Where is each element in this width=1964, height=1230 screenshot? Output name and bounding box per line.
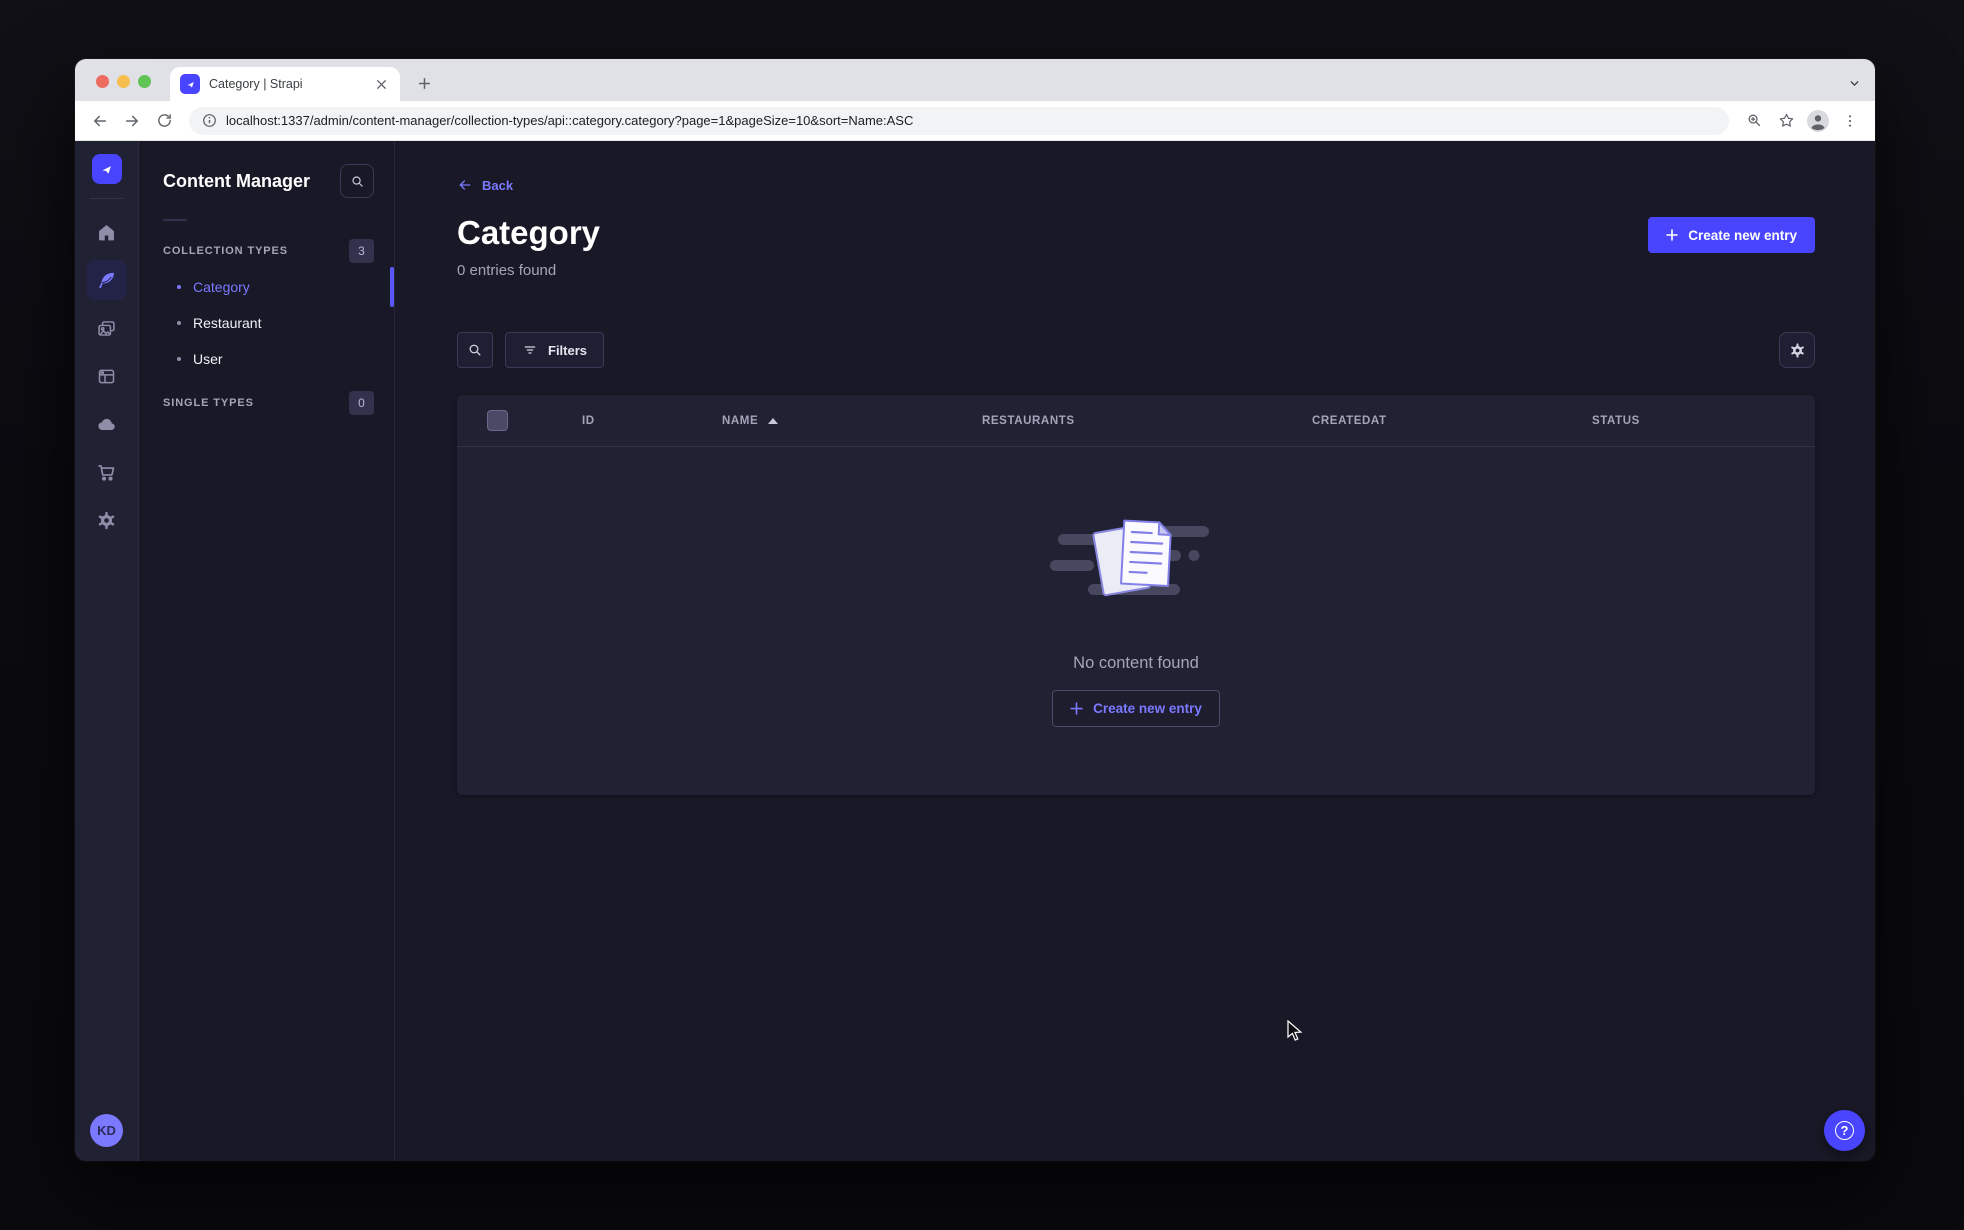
gear-icon — [1790, 342, 1804, 358]
forward-nav-icon[interactable] — [117, 106, 147, 136]
user-avatar[interactable]: KD — [90, 1114, 123, 1147]
collection-types-label: COLLECTION TYPES — [163, 245, 289, 257]
nav-deploy-cloud-icon[interactable] — [87, 404, 127, 444]
window-controls — [96, 75, 151, 88]
nav-home-icon[interactable] — [87, 212, 127, 252]
tab-search-chevron-icon[interactable] — [1843, 72, 1865, 94]
sidebar-item-category[interactable]: Category — [139, 267, 394, 307]
list-action-bar: Filters — [457, 332, 1815, 368]
strapi-admin-app: KD Content Manager COLLECTION TYPES 3 Ca… — [75, 141, 1875, 1161]
column-header-status[interactable]: STATUS — [1592, 415, 1815, 427]
bullet-icon — [177, 321, 181, 325]
table-header-row: ID NAME RESTAURANTS CREATEDAT STATUS — [457, 395, 1815, 447]
view-settings-button[interactable] — [1779, 332, 1815, 368]
url-text: localhost:1337/admin/content-manager/col… — [226, 113, 914, 128]
browser-toolbar: localhost:1337/admin/content-manager/col… — [75, 101, 1875, 141]
empty-create-new-entry-button[interactable]: Create new entry — [1052, 690, 1220, 727]
nav-media-library-icon[interactable] — [87, 308, 127, 348]
tab-title: Category | Strapi — [209, 77, 303, 91]
empty-state-message: No content found — [1073, 654, 1199, 672]
sidebar-item-user[interactable]: User — [139, 341, 394, 377]
zoom-page-icon[interactable] — [1739, 106, 1769, 136]
main-nav-rail: KD — [75, 141, 139, 1161]
bookmark-star-icon[interactable] — [1771, 106, 1801, 136]
nav-settings-gear-icon[interactable] — [87, 500, 127, 540]
back-link[interactable]: Back — [457, 177, 513, 193]
plus-icon — [1070, 702, 1083, 715]
url-bar[interactable]: localhost:1337/admin/content-manager/col… — [189, 106, 1729, 135]
browser-tab-active[interactable]: Category | Strapi — [170, 67, 400, 101]
fullscreen-window-button[interactable] — [138, 75, 151, 88]
main-content: Back Category Create new entry 0 entries… — [395, 141, 1875, 1161]
search-icon — [469, 344, 481, 356]
sort-ascending-icon — [768, 417, 779, 424]
profile-avatar-icon[interactable] — [1803, 106, 1833, 136]
close-window-button[interactable] — [96, 75, 109, 88]
sidebar-item-label: Restaurant — [193, 315, 262, 331]
content-manager-subnav: Content Manager COLLECTION TYPES 3 Categ… — [139, 141, 395, 1161]
nav-content-manager-icon[interactable] — [86, 260, 127, 300]
sidebar-item-label: Category — [193, 279, 250, 295]
filters-button[interactable]: Filters — [505, 332, 605, 368]
subnav-divider — [163, 219, 187, 221]
nav-divider — [89, 198, 124, 199]
bullet-icon — [177, 285, 181, 289]
sidebar-item-restaurant[interactable]: Restaurant — [139, 305, 394, 341]
back-arrow-icon — [459, 180, 471, 190]
subnav-title: Content Manager — [163, 170, 311, 191]
column-header-createdat[interactable]: CREATEDAT — [1312, 415, 1592, 427]
site-info-icon[interactable] — [202, 113, 217, 128]
sidebar-item-label: User — [193, 351, 223, 367]
nav-content-type-builder-icon[interactable] — [87, 356, 127, 396]
single-types-label: SINGLE TYPES — [163, 397, 254, 409]
single-types-count-badge: 0 — [349, 391, 374, 415]
entries-table: ID NAME RESTAURANTS CREATEDAT STATUS No … — [457, 395, 1815, 795]
minimize-window-button[interactable] — [117, 75, 130, 88]
search-button[interactable] — [457, 332, 493, 368]
browser-window: Category | Strapi localhost:1337/admin/c… — [75, 59, 1875, 1161]
nav-marketplace-cart-icon[interactable] — [87, 452, 127, 492]
reload-icon[interactable] — [149, 106, 179, 136]
column-header-restaurants[interactable]: RESTAURANTS — [982, 415, 1312, 427]
create-new-entry-button[interactable]: Create new entry — [1648, 217, 1815, 253]
page-title: Category — [457, 214, 601, 251]
active-item-indicator — [390, 267, 394, 307]
entries-count-subtitle: 0 entries found — [457, 262, 557, 279]
help-button[interactable]: ? — [1824, 1110, 1865, 1151]
filter-icon — [524, 346, 536, 354]
back-nav-icon[interactable] — [85, 106, 115, 136]
empty-state: No content found Create new entry — [457, 447, 1815, 727]
question-mark-icon: ? — [1835, 1121, 1854, 1140]
browser-menu-icon[interactable] — [1835, 106, 1865, 136]
column-header-id[interactable]: ID — [582, 415, 722, 427]
strapi-logo[interactable] — [91, 154, 122, 184]
select-all-checkbox[interactable] — [487, 410, 508, 431]
subnav-search-button[interactable] — [340, 164, 374, 198]
no-content-illustration — [1050, 519, 1209, 597]
collection-types-count-badge: 3 — [349, 239, 374, 263]
browser-tab-strip: Category | Strapi — [75, 59, 1875, 101]
close-tab-icon[interactable] — [372, 75, 390, 93]
column-header-name[interactable]: NAME — [722, 415, 982, 427]
new-tab-button[interactable] — [410, 69, 438, 97]
strapi-favicon — [180, 74, 200, 94]
plus-icon — [1666, 229, 1679, 241]
bullet-icon — [177, 357, 181, 361]
